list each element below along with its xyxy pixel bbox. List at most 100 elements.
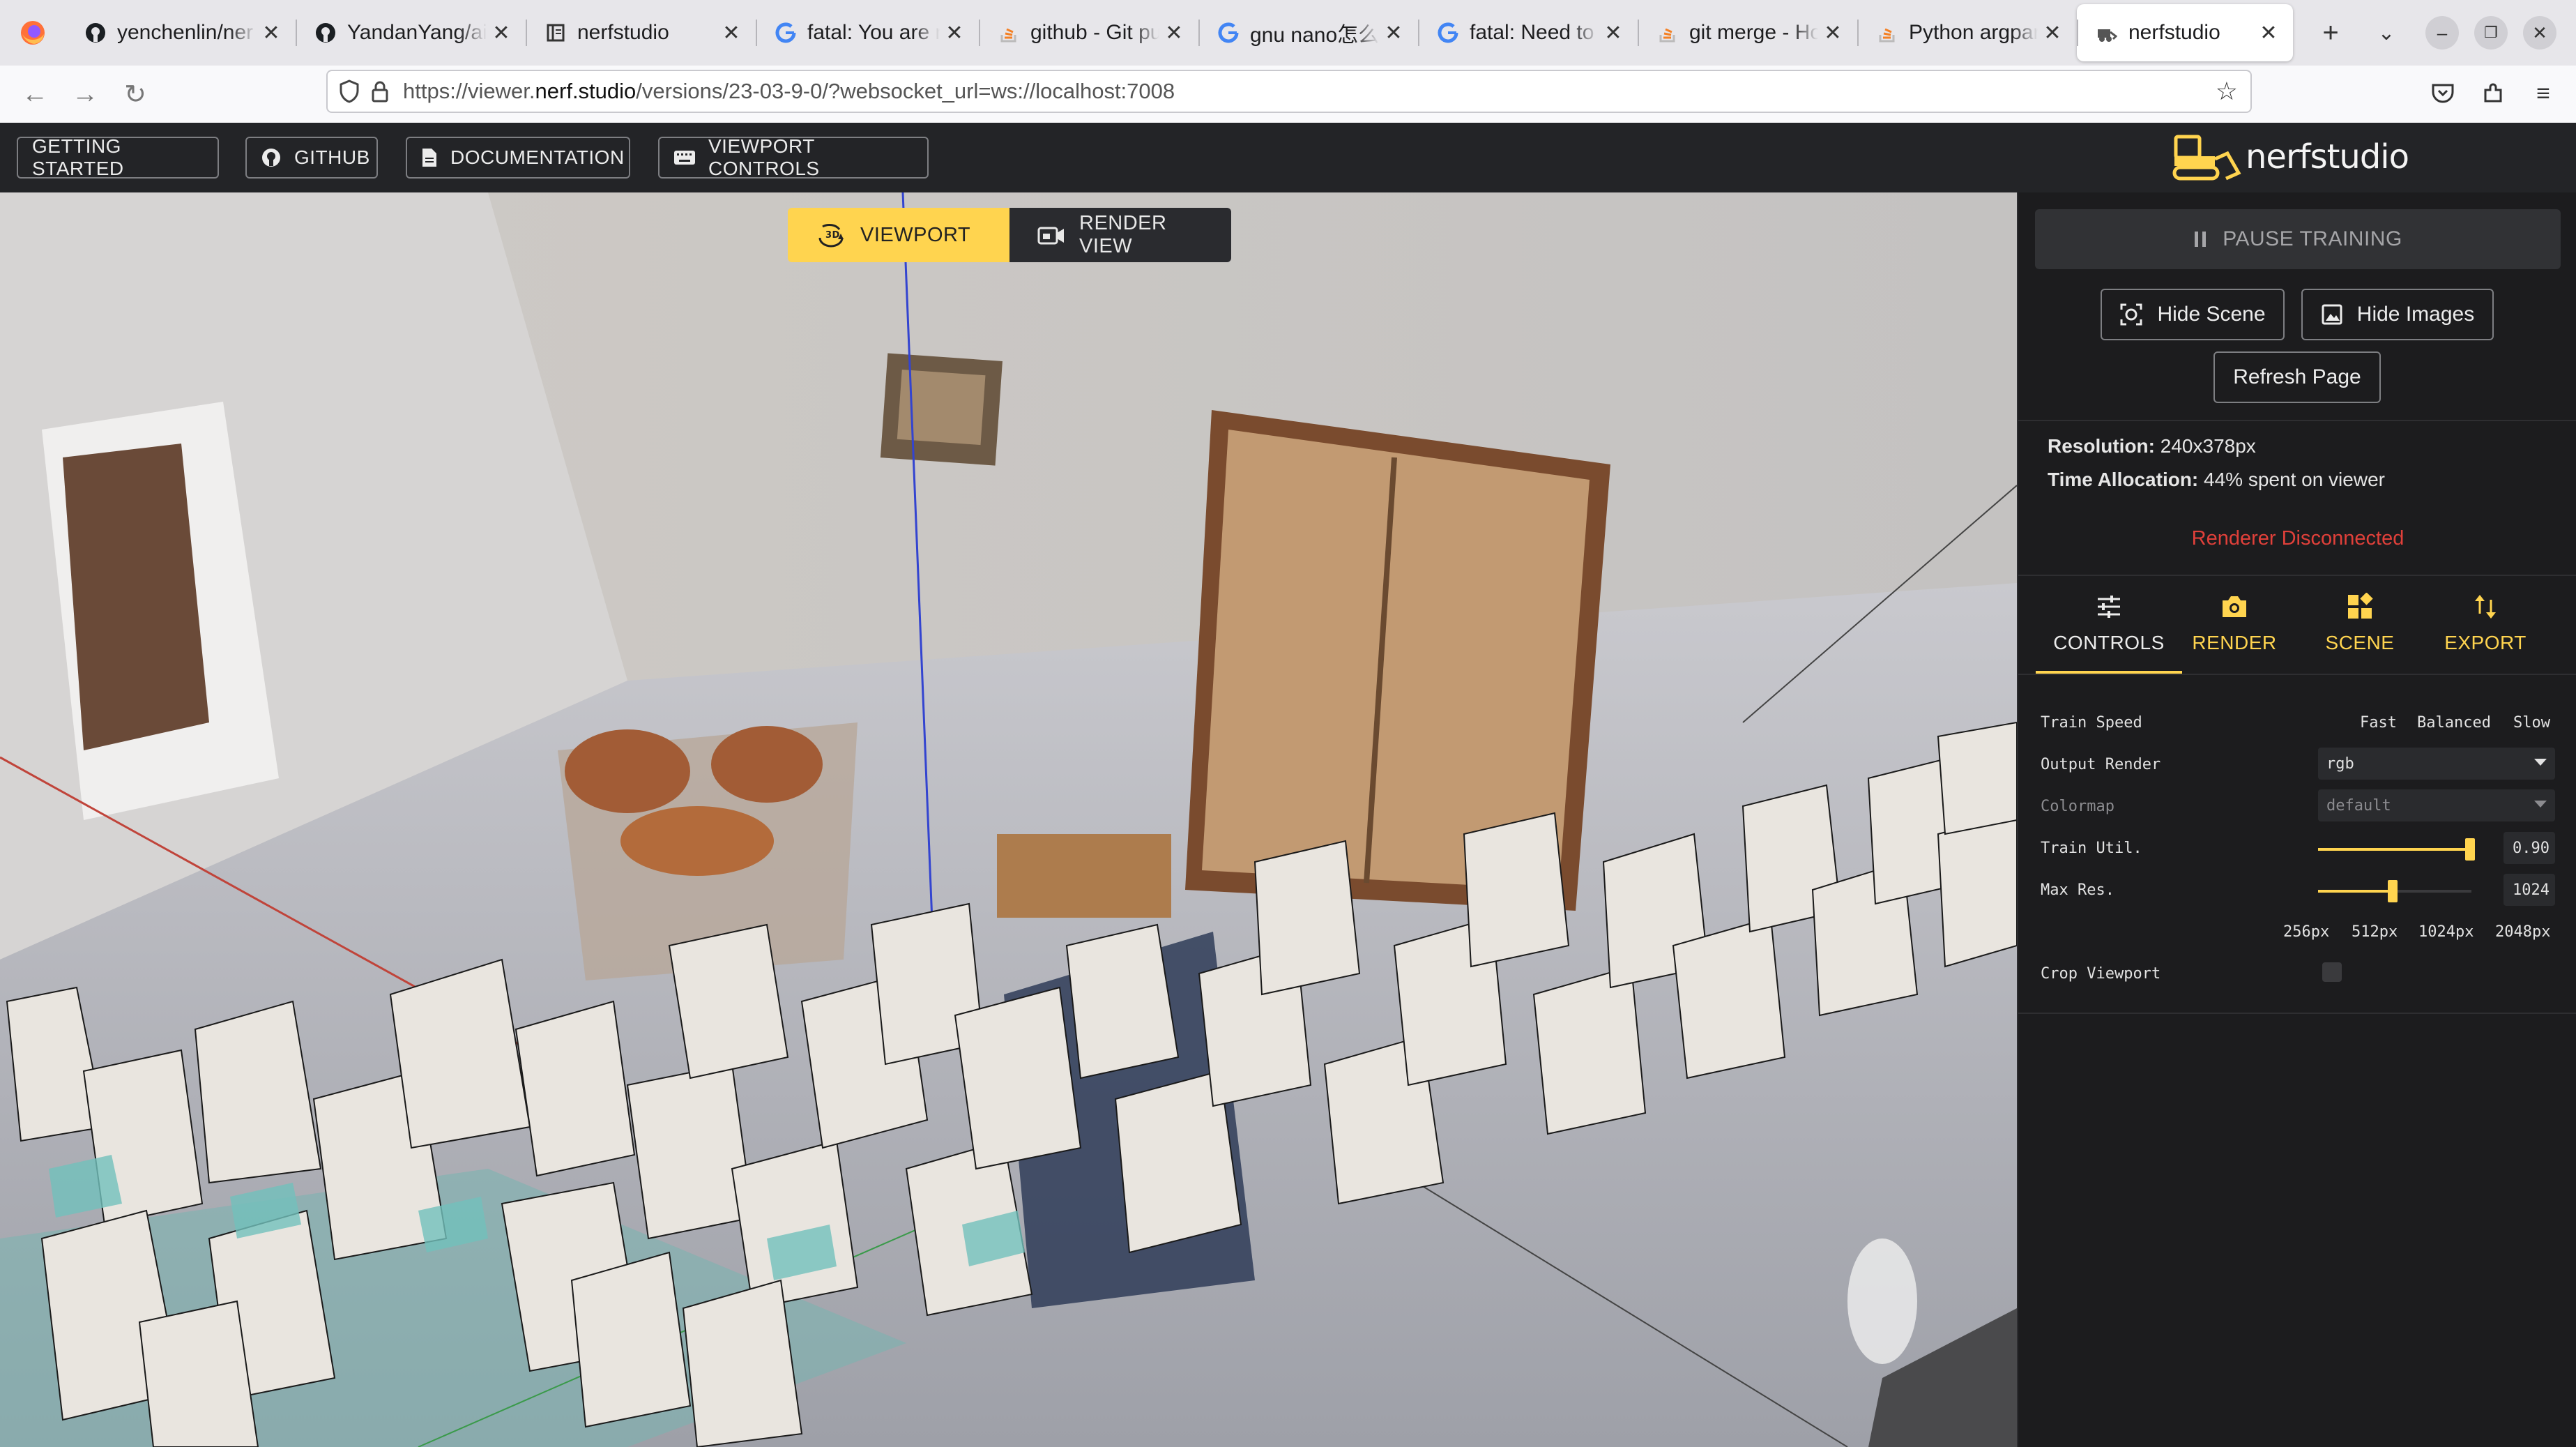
stackoverflow-icon — [1656, 21, 1679, 45]
light-reflection — [1847, 1238, 1917, 1364]
output-render-select[interactable]: rgb — [2318, 748, 2555, 780]
github-button[interactable]: GITHUB — [245, 137, 378, 179]
pause-training-button[interactable]: PAUSE TRAINING — [2035, 209, 2561, 269]
restore-icon[interactable]: ❐ — [2474, 16, 2508, 50]
browser-tab-active[interactable]: nerfstudio ✕ — [2077, 4, 2293, 61]
stackoverflow-icon — [997, 21, 1021, 45]
google-icon — [774, 21, 798, 45]
viewport-controls-label: VIEWPORT CONTROLS — [708, 135, 820, 179]
back-icon[interactable]: ← — [10, 69, 60, 119]
close-window-icon[interactable]: ✕ — [2523, 16, 2556, 50]
refresh-page-button[interactable]: Refresh Page — [2213, 351, 2381, 403]
google-icon — [1436, 21, 1460, 45]
minimize-icon[interactable]: – — [2425, 16, 2459, 50]
documentation-label: DOCUMENTATION — [450, 146, 625, 168]
documentation-button[interactable]: DOCUMENTATION — [406, 137, 630, 179]
hide-images-button[interactable]: Hide Images — [2301, 289, 2494, 340]
train-speed-fast[interactable]: Fast — [2360, 714, 2397, 732]
viewport-tab-button[interactable]: 3D VIEWPORT — [788, 208, 1009, 262]
render-view-tab-button[interactable]: RENDER VIEW — [1009, 208, 1231, 262]
github-icon — [314, 21, 337, 45]
close-icon[interactable]: ✕ — [2258, 21, 2279, 45]
close-icon[interactable]: ✕ — [1822, 21, 1843, 45]
close-icon[interactable]: ✕ — [721, 21, 742, 45]
getting-started-label: GETTING STARTED — [32, 135, 124, 179]
firefox-icon[interactable] — [0, 0, 66, 66]
scene-render[interactable] — [0, 192, 2017, 1447]
tab-scene-label: SCENE — [2325, 632, 2395, 653]
panel-divider — [2018, 674, 2576, 675]
render-view-label: RENDER VIEW — [1079, 212, 1167, 257]
getting-started-button[interactable]: GETTING STARTED — [17, 135, 219, 179]
train-util-slider[interactable] — [2318, 838, 2475, 861]
reload-icon[interactable]: ↻ — [110, 69, 160, 119]
tab-controls[interactable]: CONTROLS — [2046, 590, 2172, 667]
plant-pot — [620, 806, 774, 876]
colormap-select[interactable]: default — [2318, 789, 2555, 821]
sliders-icon — [2095, 590, 2123, 623]
hide-scene-button[interactable]: Hide Scene — [2101, 289, 2285, 340]
extensions-icon[interactable] — [2475, 75, 2511, 112]
output-render-label: Output Render — [2041, 756, 2161, 773]
tab-export[interactable]: EXPORT — [2423, 590, 2548, 667]
browser-tab-bar: yenchenlin/ner ✕ YandanYang/ai ✕ nerfstu… — [0, 0, 2576, 66]
github-label: GITHUB — [294, 146, 370, 168]
tab-title: fatal: You are n — [807, 21, 940, 44]
menu-icon[interactable]: ≡ — [2525, 75, 2561, 112]
output-render-value: rgb — [2326, 755, 2354, 773]
browser-tab[interactable]: fatal: Need to s ✕ — [1418, 4, 1638, 61]
close-icon[interactable]: ✕ — [944, 21, 965, 45]
max-res-slider[interactable] — [2318, 880, 2471, 902]
train-speed-label: Train Speed — [2041, 714, 2142, 732]
max-res-slider-thumb[interactable] — [2388, 880, 2398, 902]
browser-tab[interactable]: fatal: You are n ✕ — [756, 4, 979, 61]
panel-divider — [2018, 1013, 2576, 1014]
close-icon[interactable]: ✕ — [1383, 21, 1404, 45]
resolution-value: 240x378px — [2160, 435, 2256, 457]
viewport-controls-button[interactable]: VIEWPORT CONTROLS — [658, 135, 929, 179]
url-bar[interactable]: https://viewer.nerf.studio/versions/23-0… — [326, 70, 2252, 113]
close-icon[interactable]: ✕ — [1164, 21, 1184, 45]
time-allocation-label: Time Allocation: — [2048, 469, 2199, 490]
browser-tab[interactable]: nerfstudio ✕ — [526, 4, 756, 61]
browser-tab[interactable]: github - Git pus ✕ — [979, 4, 1198, 61]
app-header: GETTING STARTED GITHUB DOCUMENTATION VIE… — [0, 123, 2576, 192]
tab-title: gnu nano怎么保 — [1250, 24, 1379, 47]
train-speed-balanced[interactable]: Balanced — [2417, 714, 2491, 732]
document-icon — [421, 147, 438, 168]
tab-title: nerfstudio — [2128, 21, 2220, 44]
bookmark-star-icon[interactable]: ☆ — [2216, 77, 2238, 106]
3d-viewport[interactable]: 3D VIEWPORT RENDER VIEW — [0, 192, 2017, 1447]
pause-icon — [2193, 230, 2207, 248]
browser-tab[interactable]: yenchenlin/ner ✕ — [66, 4, 296, 61]
time-allocation-info: Time Allocation: 44% spent on viewer — [2048, 469, 2385, 491]
browser-tab[interactable]: git merge - How ✕ — [1638, 4, 1857, 61]
renderer-status: Renderer Disconnected — [2191, 527, 2404, 550]
close-icon[interactable]: ✕ — [1603, 21, 1624, 45]
train-util-input[interactable]: 0.90 — [2503, 832, 2555, 864]
browser-tab[interactable]: YandanYang/ai ✕ — [296, 4, 526, 61]
camera-icon — [2220, 590, 2249, 623]
shield-icon[interactable] — [339, 79, 360, 103]
train-util-slider-thumb[interactable] — [2465, 838, 2475, 861]
browser-tab[interactable]: gnu nano怎么保 ✕ — [1198, 4, 1418, 61]
close-icon[interactable]: ✕ — [491, 21, 512, 45]
tab-list-chevron-icon[interactable]: ⌄ — [2358, 5, 2414, 61]
browser-nav-bar: ← → ↻ https://viewer.nerf.studio/version… — [0, 66, 2576, 124]
train-speed-slow[interactable]: Slow — [2513, 714, 2550, 732]
close-icon[interactable]: ✕ — [2042, 21, 2063, 45]
lock-icon[interactable] — [371, 80, 389, 103]
new-tab-icon[interactable]: + — [2303, 5, 2358, 61]
max-res-tick: 1024px — [2418, 923, 2474, 941]
crop-viewport-checkbox[interactable] — [2322, 962, 2342, 982]
forward-icon[interactable]: → — [60, 69, 110, 119]
tab-scene[interactable]: SCENE — [2297, 590, 2423, 667]
tab-render[interactable]: RENDER — [2172, 590, 2297, 667]
pocket-icon[interactable] — [2425, 75, 2461, 112]
nerfstudio-icon — [2095, 21, 2119, 45]
browser-tab[interactable]: Python argpars ✕ — [1857, 4, 2077, 61]
close-icon[interactable]: ✕ — [261, 21, 282, 45]
chevron-down-icon — [2534, 759, 2547, 766]
panel-divider — [2018, 420, 2576, 421]
max-res-input[interactable]: 1024 — [2503, 874, 2555, 906]
